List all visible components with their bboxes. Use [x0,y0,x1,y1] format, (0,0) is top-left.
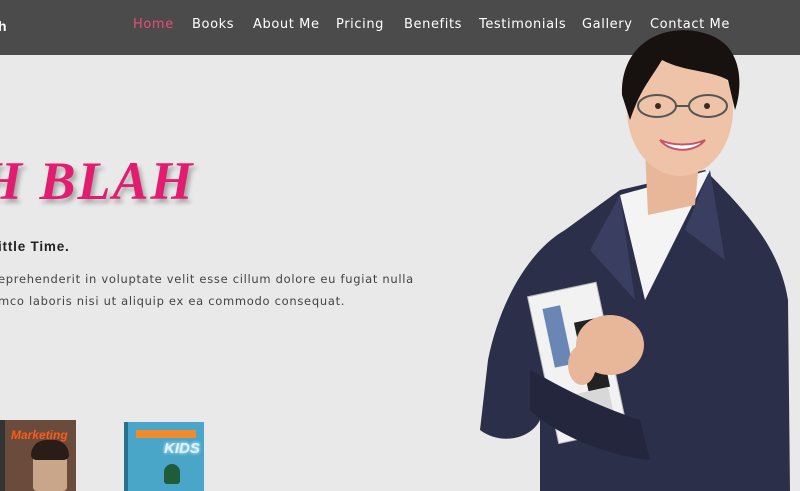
book-cover-title: Marketing [11,428,68,442]
hero-body-line: eprehenderit in voluptate velit esse cil… [0,272,414,286]
hero-body-line: mco laboris nisi ut aliquip ex ea commod… [0,294,346,308]
hero-body-text: eprehenderit in voluptate velit esse cil… [0,268,414,312]
hero-title: H BLAH [0,151,195,211]
book-cover-marketing[interactable]: Marketing [0,420,76,491]
nav-item-benefits[interactable]: Benefits [404,17,462,32]
cover-critter [164,464,180,484]
cover-figure-hair [31,440,69,460]
hero-portrait-image [480,30,790,491]
book-cover-kids[interactable]: KIDS [124,422,204,491]
nav-item-home[interactable]: Home [133,17,174,32]
nav-item-about-me[interactable]: About Me [253,17,320,32]
book-cover-title: KIDS [164,440,200,457]
cover-banner [136,430,196,438]
nav-item-pricing[interactable]: Pricing [336,17,384,32]
nav-item-books[interactable]: Books [192,17,234,32]
hero-subtitle: ittle Time. [0,239,70,254]
